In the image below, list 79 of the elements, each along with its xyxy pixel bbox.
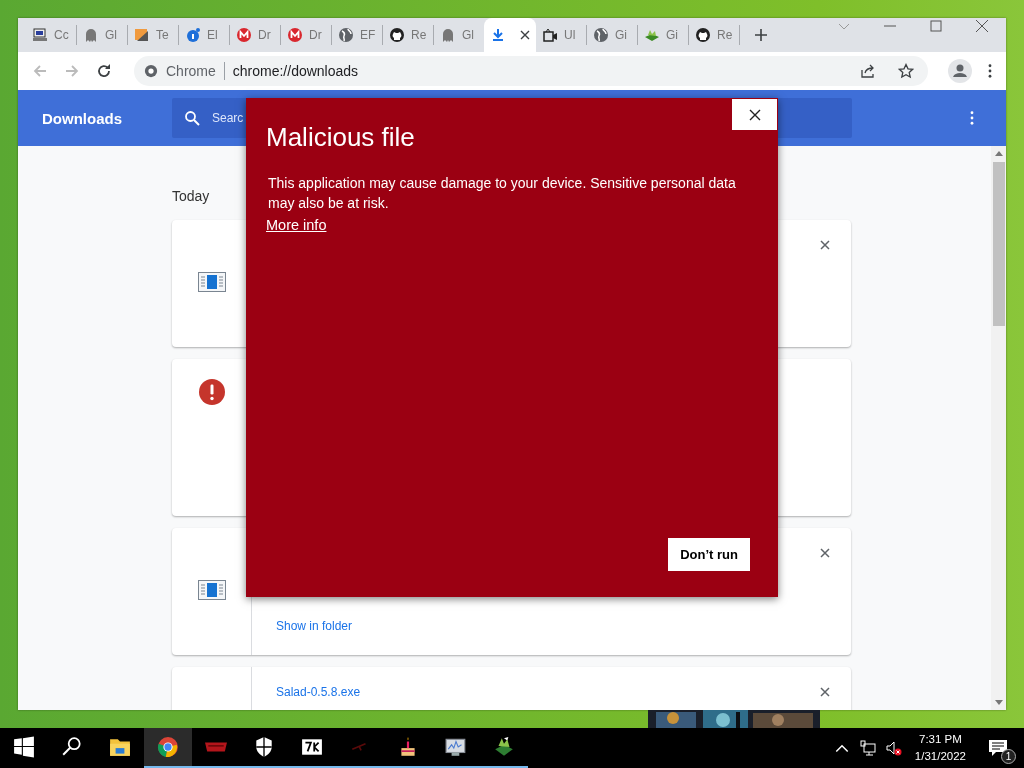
close-icon[interactable]: [820, 240, 830, 250]
ghost-icon: [83, 27, 99, 43]
folder-icon: [109, 736, 131, 758]
browser-tab[interactable]: Te: [128, 18, 178, 52]
dialog-title: Malicious file: [266, 122, 416, 153]
page-title: Downloads: [42, 109, 123, 127]
browser-tab[interactable]: El: [179, 18, 229, 52]
close-icon[interactable]: [976, 20, 988, 32]
download-icon: [490, 27, 506, 43]
browser-tab[interactable]: Cc: [26, 18, 76, 52]
ghost-icon: [440, 27, 456, 43]
browser-tab[interactable]: Dr: [230, 18, 280, 52]
new-tab-icon[interactable]: [754, 28, 768, 42]
reload-icon[interactable]: [96, 63, 112, 79]
clock[interactable]: 7:31 PM 1/31/2022: [906, 728, 978, 768]
browser-tab[interactable]: EF: [332, 18, 382, 52]
browser-tab[interactable]: Gi: [638, 18, 688, 52]
windows-logo-icon: [13, 736, 35, 758]
scroll-up-icon[interactable]: [994, 150, 1003, 156]
shield-icon: [253, 736, 275, 758]
search-input[interactable]: Searc: [212, 109, 246, 127]
globe-icon: [593, 27, 609, 43]
address-bar[interactable]: Chrome chrome://downloads: [134, 56, 928, 86]
browser-tab[interactable]: Gi: [587, 18, 637, 52]
more-icon[interactable]: [970, 111, 974, 125]
section-heading: Today: [172, 188, 210, 204]
monitor-icon: [445, 736, 467, 758]
search-icon: [61, 736, 83, 758]
mega-icon: [236, 27, 252, 43]
close-icon[interactable]: [520, 30, 530, 40]
github-icon: [695, 27, 711, 43]
notification-icon[interactable]: [988, 739, 1008, 757]
dialog-message: This application may cause damage to your device. Sensitive personal data may also be at risk.: [268, 174, 737, 213]
dont-run-button[interactable]: Don’t run: [668, 538, 750, 571]
camera-icon: [542, 27, 558, 43]
github-icon: [389, 27, 405, 43]
url-text: chrome://downloads: [232, 63, 359, 79]
scrollbar-thumb[interactable]: [992, 162, 1005, 326]
browser-tab[interactable]: Re: [689, 18, 739, 52]
slides-icon: [134, 27, 150, 43]
share-icon[interactable]: [860, 63, 876, 79]
more-info-link[interactable]: More info: [266, 217, 327, 233]
chrome-icon: [157, 736, 179, 758]
computer-icon: [32, 27, 48, 43]
application-icon: [197, 580, 226, 600]
browser-tab[interactable]: [484, 18, 536, 52]
close-button[interactable]: [732, 99, 777, 130]
close-icon[interactable]: [820, 687, 830, 697]
star-icon[interactable]: [898, 63, 914, 79]
maximize-icon[interactable]: [930, 20, 942, 32]
scrollbar[interactable]: [991, 146, 1006, 710]
search-icon: [184, 110, 200, 126]
more-icon[interactable]: [988, 64, 992, 78]
profile-avatar-icon[interactable]: [948, 59, 972, 83]
application-icon: [198, 272, 226, 292]
mega-icon: [287, 27, 303, 43]
close-icon: [748, 108, 761, 121]
globe-icon: [338, 27, 354, 43]
archive-icon: [301, 736, 323, 758]
clock-date: 1/31/2022: [914, 749, 966, 764]
site-label: Chrome: [166, 63, 216, 79]
chrome-icon: [144, 64, 158, 78]
notification-badge: 1: [1001, 749, 1016, 764]
browser-tab[interactable]: Re: [383, 18, 433, 52]
close-icon[interactable]: [820, 548, 830, 558]
info-icon: [185, 27, 201, 43]
error-icon: [199, 379, 225, 405]
network-icon[interactable]: [859, 740, 876, 756]
file-name-link[interactable]: Salad-0.5.8.exe: [276, 685, 827, 699]
browser-tab[interactable]: Gl: [434, 18, 484, 52]
scroll-down-icon[interactable]: [994, 700, 1003, 706]
browser-tab[interactable]: Gl: [77, 18, 127, 52]
show-in-folder-link[interactable]: Show in folder: [276, 619, 353, 633]
browser-tab[interactable]: Dr: [281, 18, 331, 52]
clock-time: 7:31 PM: [919, 732, 962, 747]
taskbar-button[interactable]: [144, 728, 192, 768]
browser-tab[interactable]: Ul: [536, 18, 586, 52]
plant-icon: [493, 736, 515, 758]
volume-muted-icon[interactable]: [885, 740, 902, 756]
